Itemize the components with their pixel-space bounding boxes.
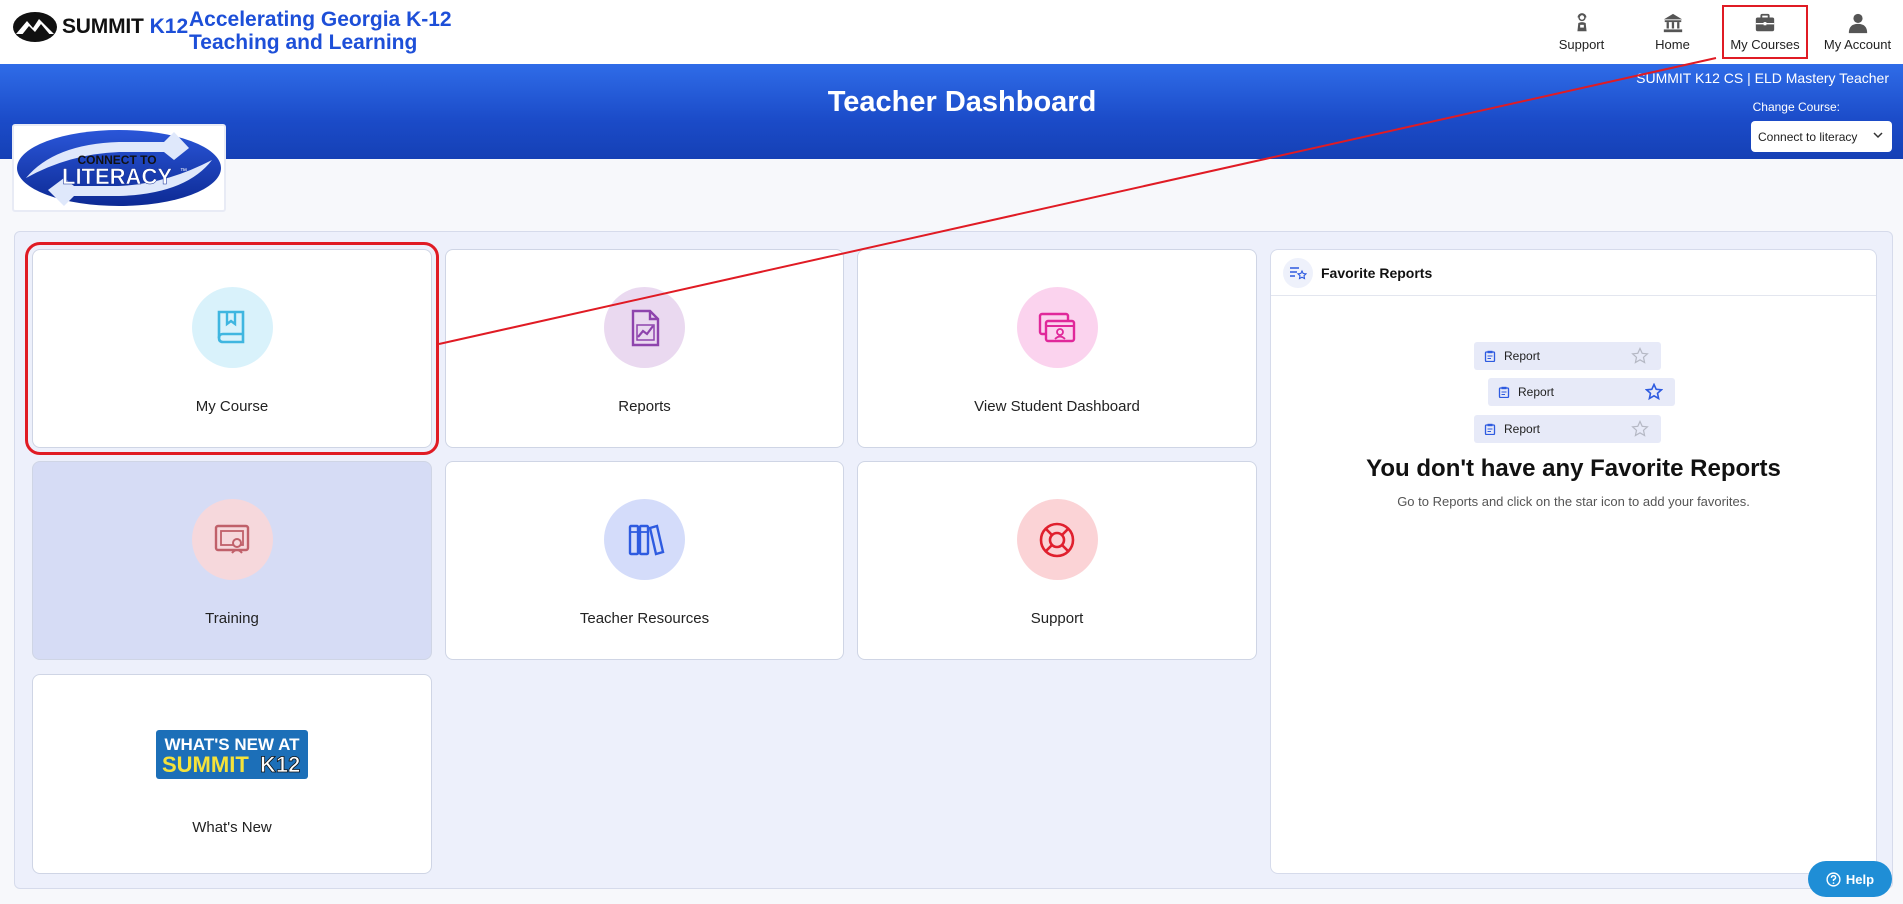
lifebuoy-icon: [1039, 522, 1075, 557]
course-info: SUMMIT K12 CS | ELD Mastery Teacher: [1636, 70, 1889, 86]
logo-trademark: ™: [180, 168, 187, 175]
favorite-reports-title: Favorite Reports: [1321, 264, 1433, 281]
whats-new-summit: SUMMIT: [162, 752, 249, 777]
help-button[interactable]: Help: [1808, 861, 1892, 897]
connect-to-literacy-logo: CONNECT TO LITERACY ™: [17, 130, 221, 206]
favorite-reports-header: Favorite Reports: [1271, 250, 1876, 296]
tile-label: Teacher Resources: [579, 610, 710, 627]
dashboard-banner: Teacher Dashboard SUMMIT K12 CS | ELD Ma…: [0, 64, 1903, 159]
tile-my-course[interactable]: My Course: [25, 242, 439, 455]
page-title: Teacher Dashboard: [827, 86, 1097, 118]
tile-label: Reports: [618, 398, 671, 415]
tile-label: View Student Dashboard: [974, 398, 1140, 415]
tile-icon-circle: [604, 287, 685, 368]
sample-report-label: Report: [1504, 422, 1541, 436]
sample-report-label: Report: [1518, 385, 1555, 399]
tile-whats-new[interactable]: WHAT'S NEW AT SUMMIT K12 What's New: [32, 674, 432, 874]
clipboard-icon: [1484, 423, 1496, 435]
book-icon: [217, 310, 245, 343]
whats-new-banner: WHAT'S NEW AT SUMMIT K12: [156, 730, 308, 779]
tile-support[interactable]: Support: [857, 461, 1257, 660]
brand-k12-text: K12: [149, 15, 189, 38]
tile-icon-circle: [191, 287, 273, 368]
logo-line-2: LITERACY: [62, 164, 172, 189]
home-icon: [1663, 13, 1682, 33]
course-logo: CONNECT TO LITERACY ™: [12, 124, 226, 212]
tile-icon-circle: [191, 499, 273, 580]
star-outline-icon: [1631, 420, 1649, 437]
star-outline-icon: [1631, 347, 1649, 364]
favorite-reports-panel: Favorite Reports Report Report Report Yo…: [1270, 249, 1877, 874]
brand-summit-text: SUMMIT: [62, 15, 144, 38]
clipboard-icon: [1484, 350, 1496, 362]
nav-my-account[interactable]: My Account: [1812, 0, 1903, 64]
nav-my-courses[interactable]: My Courses: [1721, 4, 1809, 60]
top-header: SUMMIT K12 Accelerating Georgia K-12 Tea…: [0, 0, 1903, 64]
sample-report-label: Report: [1504, 349, 1541, 363]
favorites-list-icon: [1283, 257, 1313, 288]
nav-support[interactable]: Support: [1536, 0, 1627, 64]
nav-support-label: Support: [1558, 37, 1605, 52]
tagline-line-1: Accelerating Georgia K-12: [189, 8, 452, 31]
student-dashboard-icon: [1038, 312, 1076, 342]
nav-my-account-label: My Account: [1823, 37, 1892, 52]
user-icon: [1848, 13, 1867, 34]
whats-new-k12: K12: [260, 752, 300, 777]
sample-report-row: Report: [1474, 342, 1661, 370]
tile-reports[interactable]: Reports: [445, 249, 844, 448]
course-select[interactable]: Connect to literacy: [1751, 121, 1892, 152]
sample-report-row: Report: [1474, 415, 1661, 443]
mountain-logo-icon: [13, 12, 57, 42]
course-select-value: Connect to literacy: [1758, 129, 1858, 144]
clipboard-icon: [1498, 386, 1510, 398]
empty-state-title: You don't have any Favorite Reports: [1366, 455, 1781, 482]
top-nav: Support Home My Courses My Account: [1536, 0, 1903, 64]
star-highlighted-icon: [1645, 383, 1663, 401]
support-icon: [1576, 13, 1587, 32]
tile-view-student-dashboard[interactable]: View Student Dashboard: [857, 249, 1257, 448]
summit-k12-logo[interactable]: SUMMIT K12: [12, 10, 188, 44]
tile-label: What's New: [192, 819, 272, 836]
tagline: Accelerating Georgia K-12 Teaching and L…: [189, 8, 452, 54]
briefcase-icon: [1755, 13, 1775, 32]
tagline-line-2: Teaching and Learning: [189, 31, 418, 54]
report-document-icon: [631, 309, 659, 346]
training-presentation-icon: [214, 524, 250, 554]
tile-label: Training: [205, 610, 259, 627]
question-circle-icon: [1826, 871, 1841, 887]
chevron-down-icon: [1873, 132, 1883, 139]
help-label: Help: [1845, 871, 1875, 887]
empty-state-subtitle: Go to Reports and click on the star icon…: [1397, 494, 1750, 509]
nav-home-label: Home: [1655, 37, 1690, 52]
nav-my-courses-label: My Courses: [1730, 37, 1800, 52]
tile-label: Support: [1030, 610, 1084, 627]
books-icon: [628, 523, 664, 556]
tile-icon-circle: [604, 499, 685, 580]
sample-report-row: Report: [1488, 378, 1675, 406]
tile-label: My Course: [195, 398, 269, 415]
tile-teacher-resources[interactable]: Teacher Resources: [445, 461, 844, 660]
tile-icon-circle: [1016, 287, 1098, 368]
tile-training[interactable]: Training: [32, 461, 432, 660]
change-course-label: Change Course:: [1752, 100, 1840, 114]
nav-home[interactable]: Home: [1627, 0, 1718, 64]
tile-icon-circle: [1016, 499, 1098, 580]
